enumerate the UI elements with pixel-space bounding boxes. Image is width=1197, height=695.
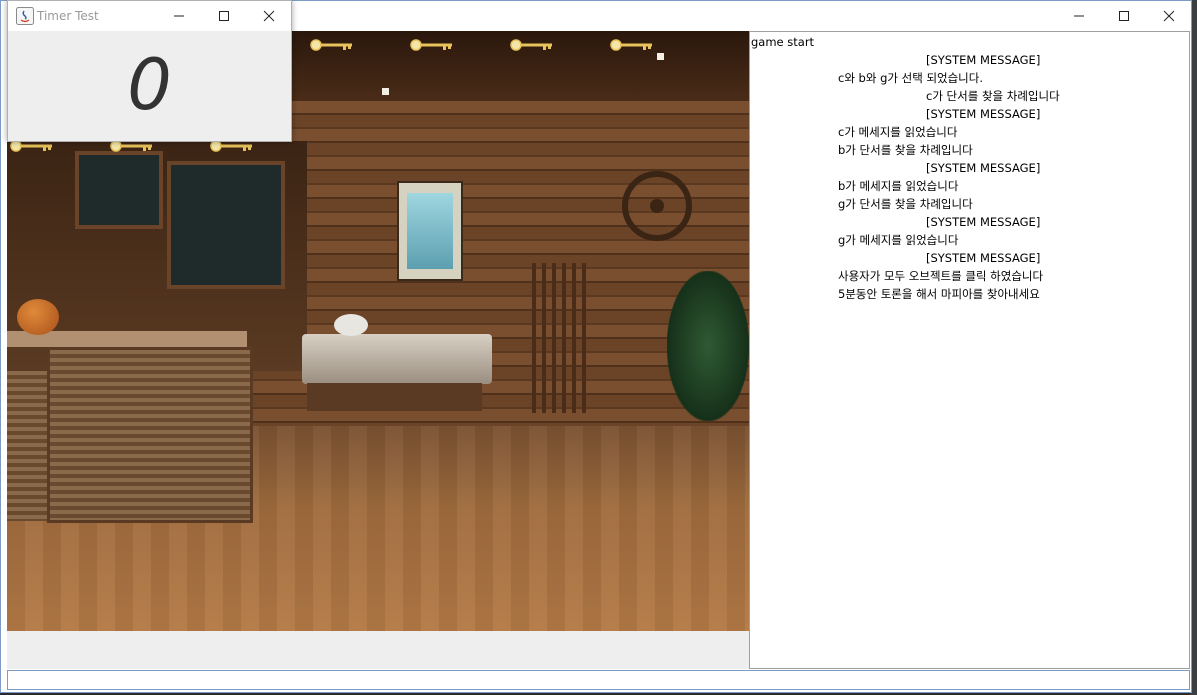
poster-object[interactable] (397, 181, 463, 281)
key-icon[interactable] (310, 39, 354, 51)
close-icon (263, 10, 275, 22)
chat-line: c가 단서를 찾을 차례입니다 (926, 89, 1060, 103)
timer-window: Timer Test 0 (7, 0, 292, 142)
ceiling-light (382, 88, 389, 95)
close-button[interactable] (1146, 1, 1192, 31)
scene-window (167, 161, 285, 289)
plant-object[interactable] (667, 271, 749, 421)
timer-value: 0 (127, 44, 172, 126)
minimize-button[interactable] (1056, 1, 1102, 31)
pumpkin-object[interactable] (17, 299, 59, 335)
scene-bottom-panel (7, 631, 749, 669)
chat-line: [SYSTEM MESSAGE] (926, 107, 1041, 121)
timer-minimize-button[interactable] (156, 1, 202, 31)
ship-wheel-object[interactable] (622, 171, 692, 241)
key-icon[interactable] (610, 39, 654, 51)
chat-line: b가 메세지를 읽었습니다 (838, 179, 959, 193)
maximize-icon (219, 11, 229, 21)
scene-lower-cabinet-left (7, 371, 52, 521)
close-icon (1163, 10, 1175, 22)
chat-line: [SYSTEM MESSAGE] (926, 215, 1041, 229)
chat-line: [SYSTEM MESSAGE] (926, 53, 1041, 67)
timer-window-title: Timer Test (37, 9, 99, 23)
chat-line: b가 단서를 찾을 차례입니다 (838, 143, 973, 157)
chat-line: [SYSTEM MESSAGE] (926, 251, 1041, 265)
maximize-icon (1119, 11, 1129, 21)
scene-shelf (75, 151, 163, 229)
bed-object[interactable] (302, 334, 492, 384)
maximize-button[interactable] (1101, 1, 1147, 31)
timer-window-titlebar[interactable]: Timer Test (8, 1, 291, 31)
chat-line: game start (751, 35, 815, 49)
timer-close-button[interactable] (246, 1, 292, 31)
chat-line: g가 메세지를 읽었습니다 (838, 233, 959, 247)
chat-line: c와 b와 g가 선택 되었습니다. (838, 71, 983, 85)
chat-line: g가 단서를 찾을 차례입니다 (838, 197, 973, 211)
minimize-icon (1074, 15, 1084, 17)
chat-line: [SYSTEM MESSAGE] (926, 161, 1041, 175)
bed-base (307, 383, 482, 411)
chat-line: 사용자가 모두 오브젝트를 클릭 하였습니다 (838, 269, 1044, 283)
pillow-object[interactable] (334, 314, 368, 336)
timer-maximize-button[interactable] (201, 1, 247, 31)
chat-log[interactable]: game start [SYSTEM MESSAGE] c와 b와 g가 선택 … (749, 31, 1190, 669)
scene-lower-cabinet (47, 347, 253, 523)
minimize-icon (174, 15, 184, 17)
key-icon[interactable] (410, 39, 454, 51)
chat-line: 5분동안 토론을 해서 마피아를 찾아내세요 (838, 287, 1040, 301)
chat-line: c가 메세지를 읽었습니다 (838, 125, 958, 139)
rocking-chair-object[interactable] (532, 263, 592, 413)
key-icon[interactable] (510, 39, 554, 51)
ceiling-light (657, 53, 664, 60)
chat-input[interactable] (7, 670, 1190, 690)
java-icon (16, 7, 34, 25)
